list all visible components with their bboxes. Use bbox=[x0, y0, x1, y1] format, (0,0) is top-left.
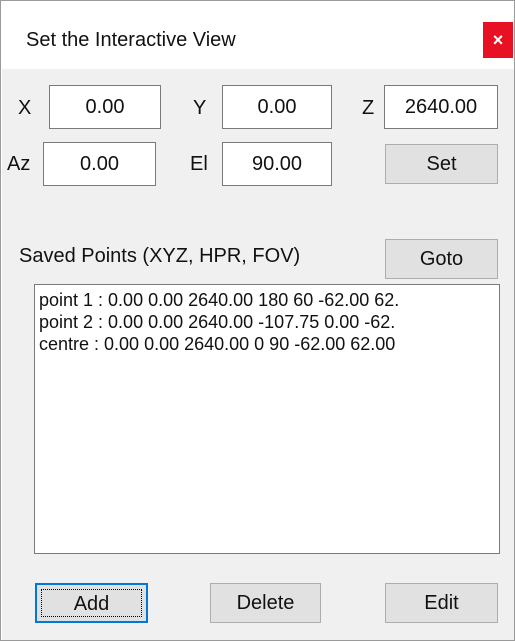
window-title: Set the Interactive View bbox=[26, 29, 236, 51]
saved-points-label: Saved Points (XYZ, HPR, FOV) bbox=[19, 245, 301, 267]
goto-button[interactable]: Goto bbox=[385, 239, 498, 279]
dialog-window: Set the Interactive View × X 0.00 Y 0.00… bbox=[0, 0, 515, 641]
z-label: Z bbox=[362, 97, 375, 119]
x-field[interactable]: 0.00 bbox=[49, 85, 161, 129]
list-item[interactable]: point 2 : 0.00 0.00 2640.00 -107.75 0.00… bbox=[35, 311, 499, 333]
close-button[interactable]: × bbox=[483, 22, 513, 58]
y-field[interactable]: 0.00 bbox=[222, 85, 332, 129]
y-label: Y bbox=[193, 97, 207, 119]
set-button[interactable]: Set bbox=[385, 144, 498, 184]
title-bar: Set the Interactive View × bbox=[2, 2, 513, 68]
el-field[interactable]: 90.00 bbox=[222, 142, 332, 186]
list-item[interactable]: point 1 : 0.00 0.00 2640.00 180 60 -62.0… bbox=[35, 289, 499, 311]
x-label: X bbox=[18, 97, 32, 119]
delete-button[interactable]: Delete bbox=[210, 583, 321, 623]
dialog-body: X 0.00 Y 0.00 Z 2640.00 Az 0.00 El 90.00… bbox=[2, 69, 514, 640]
add-button-label: Add bbox=[73, 593, 110, 615]
saved-points-list[interactable]: point 1 : 0.00 0.00 2640.00 180 60 -62.0… bbox=[34, 284, 500, 554]
edit-button[interactable]: Edit bbox=[385, 583, 498, 623]
add-button[interactable]: Add bbox=[35, 583, 148, 623]
close-icon: × bbox=[492, 30, 504, 50]
az-label: Az bbox=[7, 153, 31, 175]
z-field[interactable]: 2640.00 bbox=[384, 85, 498, 129]
el-label: El bbox=[190, 153, 208, 175]
list-item[interactable]: centre : 0.00 0.00 2640.00 0 90 -62.00 6… bbox=[35, 333, 499, 355]
az-field[interactable]: 0.00 bbox=[43, 142, 156, 186]
